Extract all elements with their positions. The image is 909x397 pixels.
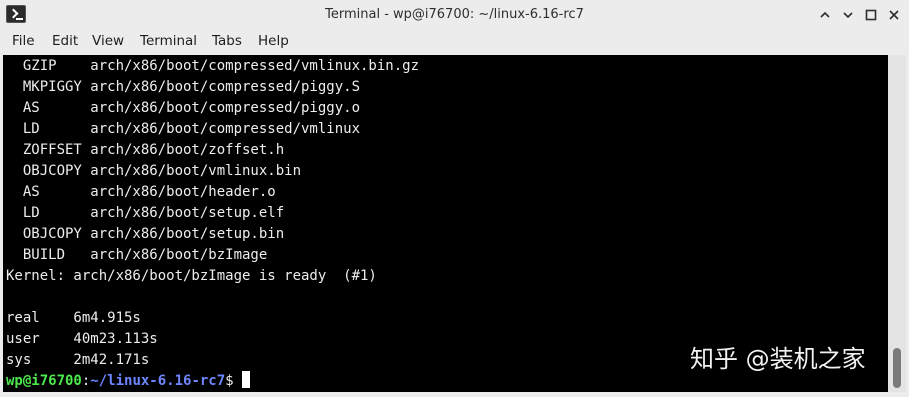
output-line: sys 2m42.171s [6, 352, 150, 368]
terminal-window: Terminal - wp@i76700: ~/linux-6.16-rc7 F… [0, 0, 909, 397]
terminal-output[interactable]: GZIP arch/x86/boot/compressed/vmlinux.bi… [3, 55, 888, 392]
restore-icon[interactable] [839, 6, 857, 24]
output-line: Kernel: arch/x86/boot/bzImage is ready (… [6, 268, 377, 284]
prompt-user-host: wp@i76700 [6, 373, 82, 389]
title-bar[interactable]: Terminal - wp@i76700: ~/linux-6.16-rc7 [0, 0, 909, 30]
output-line: AS arch/x86/boot/header.o [6, 184, 276, 200]
scrollbar-thumb[interactable] [893, 348, 901, 388]
output-line: GZIP arch/x86/boot/compressed/vmlinux.bi… [6, 58, 420, 74]
maximize-icon[interactable] [862, 6, 880, 24]
menu-bar: File Edit View Terminal Tabs Help [0, 30, 909, 54]
prompt-line[interactable]: wp@i76700:~/linux-6.16-rc7$ [6, 371, 250, 392]
menu-terminal[interactable]: Terminal [140, 30, 197, 54]
close-icon[interactable] [885, 6, 903, 24]
output-line: ZOFFSET arch/x86/boot/zoffset.h [6, 142, 285, 158]
prompt-symbol: $ [225, 373, 234, 389]
menu-file[interactable]: File [12, 30, 35, 54]
menu-view[interactable]: View [92, 30, 124, 54]
output-line: MKPIGGY arch/x86/boot/compressed/piggy.S [6, 79, 361, 95]
output-line: LD arch/x86/boot/compressed/vmlinux [6, 121, 361, 137]
menu-tabs[interactable]: Tabs [212, 30, 242, 54]
minimize-icon[interactable] [816, 6, 834, 24]
output-line: user 40m23.113s [6, 331, 158, 347]
output-line: LD arch/x86/boot/setup.elf [6, 205, 285, 221]
menu-help[interactable]: Help [258, 30, 289, 54]
output-line: OBJCOPY arch/x86/boot/setup.bin [6, 226, 285, 242]
vertical-scrollbar[interactable] [888, 55, 906, 392]
watermark: 知乎 @装机之家 [690, 345, 866, 373]
output-line: BUILD arch/x86/boot/bzImage [6, 247, 268, 263]
prompt-path: ~/linux-6.16-rc7 [90, 373, 226, 389]
output-line: OBJCOPY arch/x86/boot/vmlinux.bin [6, 163, 302, 179]
text-cursor [241, 371, 250, 388]
window-bottom-edge [0, 392, 909, 397]
output-line: AS arch/x86/boot/compressed/piggy.o [6, 100, 361, 116]
menu-edit[interactable]: Edit [52, 30, 78, 54]
window-title: Terminal - wp@i76700: ~/linux-6.16-rc7 [325, 7, 584, 22]
output-line: real 6m4.915s [6, 310, 141, 326]
